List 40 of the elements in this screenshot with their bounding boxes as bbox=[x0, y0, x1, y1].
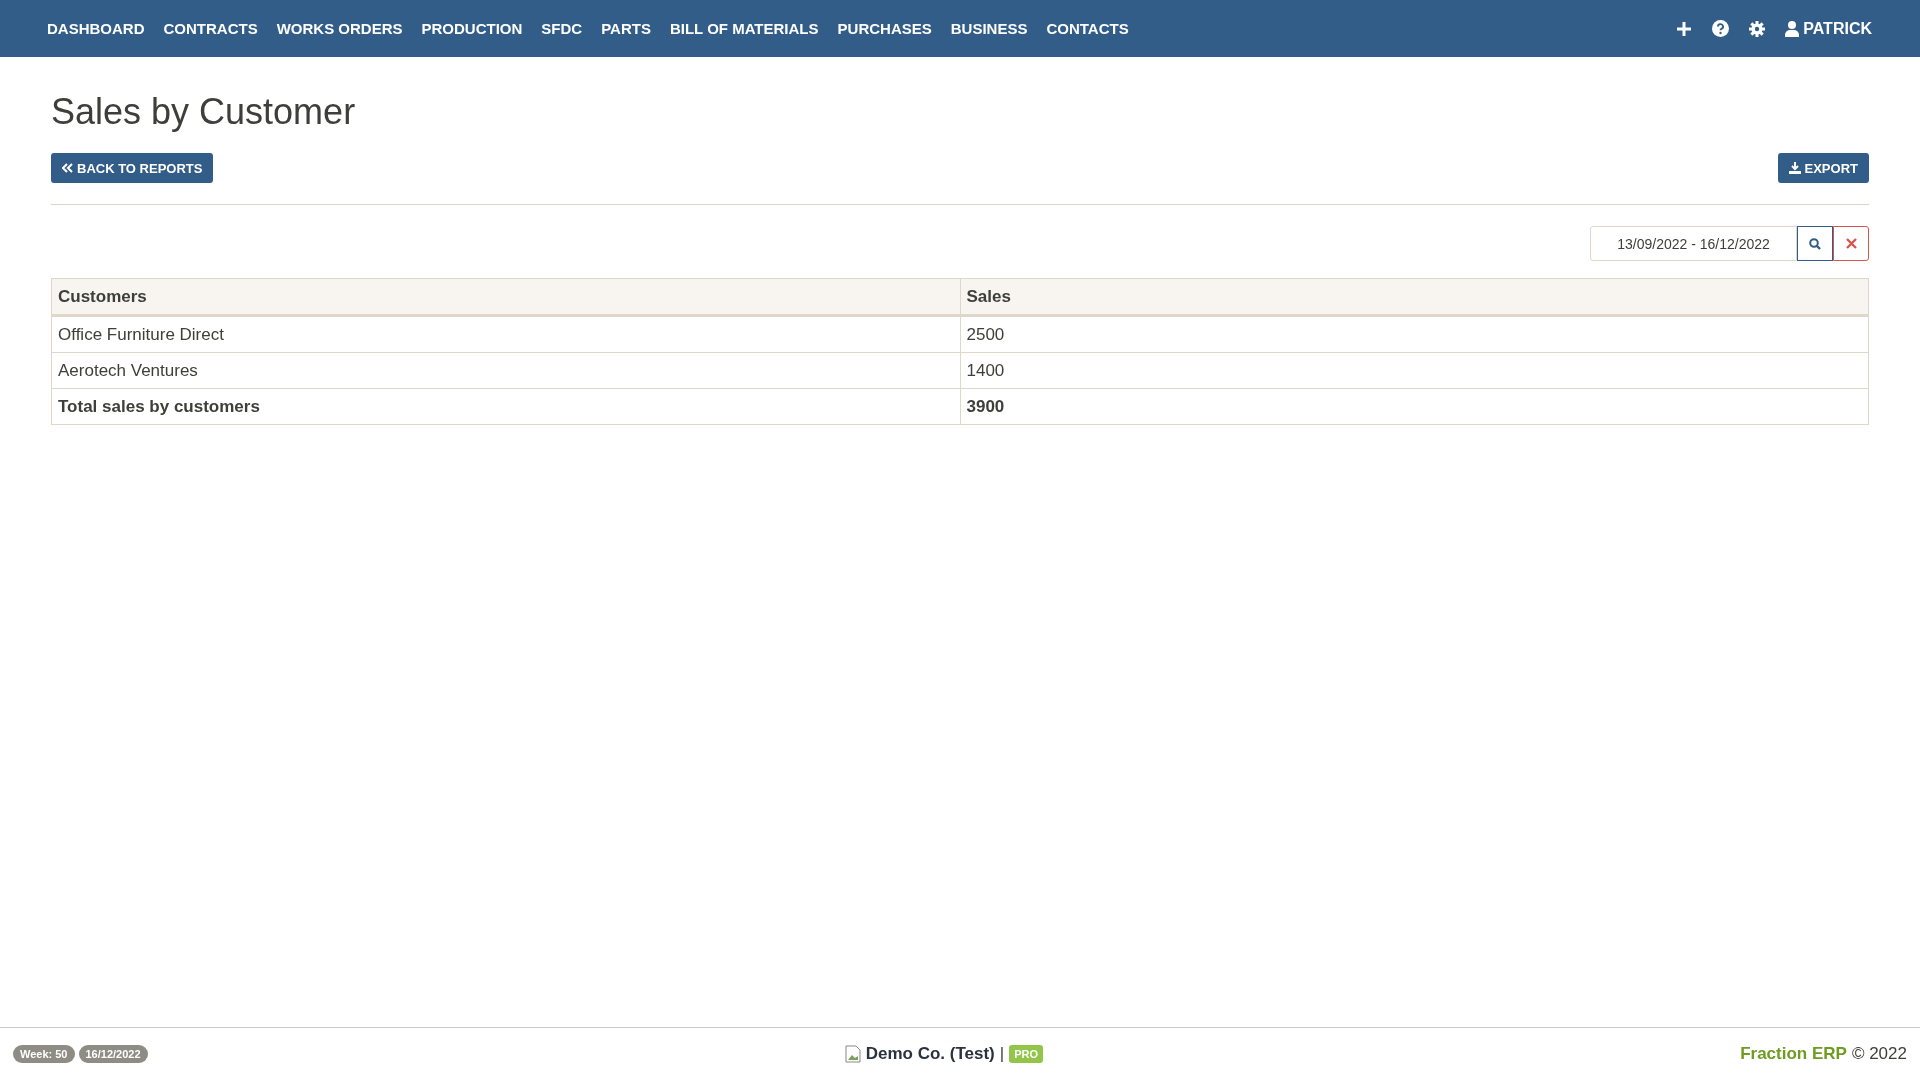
week-badge: Week: 50 bbox=[13, 1045, 75, 1063]
nav-link[interactable]: PARTS bbox=[592, 20, 660, 37]
column-header: Customers bbox=[51, 278, 960, 316]
table-cell: 1400 bbox=[960, 352, 1869, 389]
table-cell: Aerotech Ventures bbox=[51, 352, 960, 389]
search-icon bbox=[1809, 237, 1821, 250]
double-chevron-icon bbox=[62, 163, 73, 173]
nav-link[interactable]: CONTACTS bbox=[1037, 20, 1138, 37]
date-range-field[interactable]: 13/09/2022 - 16/12/2022 bbox=[1590, 226, 1797, 261]
nav-link[interactable]: BILL OF MATERIALS bbox=[660, 20, 828, 37]
table-cell: 2500 bbox=[960, 315, 1869, 353]
company-name: Demo Co. (Test) bbox=[865, 1044, 995, 1064]
help-icon[interactable] bbox=[1712, 20, 1730, 37]
broken-image-icon bbox=[844, 1045, 861, 1063]
plus-icon[interactable] bbox=[1676, 20, 1693, 37]
download-icon bbox=[1788, 162, 1801, 174]
date-badge: 16/12/2022 bbox=[78, 1045, 148, 1063]
nav-link[interactable]: BUSINESS bbox=[941, 20, 1037, 37]
page-title: Sales by Customer bbox=[51, 91, 357, 133]
clear-button[interactable] bbox=[1833, 226, 1869, 261]
nav-link[interactable]: WORKS ORDERS bbox=[267, 20, 412, 37]
nav-link[interactable]: CONTRACTS bbox=[154, 20, 267, 37]
user-menu[interactable]: PATRICK bbox=[1785, 19, 1872, 38]
nav-link[interactable]: PURCHASES bbox=[828, 20, 941, 37]
settings-icon[interactable] bbox=[1749, 20, 1766, 37]
back-button[interactable]: BACK TO REPORTS bbox=[51, 153, 214, 183]
close-icon bbox=[1845, 238, 1857, 249]
total-cell: Total sales by customers bbox=[51, 388, 960, 425]
separator: | bbox=[999, 1044, 1005, 1064]
nav-link[interactable]: PRODUCTION bbox=[412, 20, 532, 37]
column-header: Sales bbox=[960, 278, 1869, 316]
search-button[interactable] bbox=[1797, 226, 1833, 261]
plan-badge: PRO bbox=[1009, 1045, 1044, 1063]
nav-link[interactable]: DASHBOARD bbox=[38, 20, 154, 37]
table-cell: Office Furniture Direct bbox=[51, 315, 960, 353]
user-icon bbox=[1785, 20, 1800, 37]
export-button[interactable]: EXPORT bbox=[1777, 153, 1869, 183]
nav-link[interactable]: SFDC bbox=[532, 20, 592, 37]
copyright-text: © 2022 bbox=[1851, 1044, 1907, 1064]
total-cell: 3900 bbox=[960, 388, 1869, 425]
